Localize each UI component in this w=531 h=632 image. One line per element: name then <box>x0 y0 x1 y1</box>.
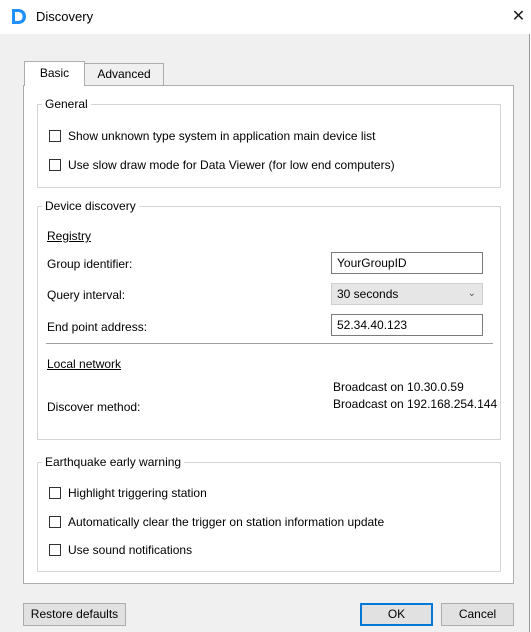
tab-basic[interactable]: Basic <box>24 61 85 86</box>
general-group <box>37 104 501 188</box>
chevron-down-icon: ⌄ <box>467 288 476 299</box>
tab-advanced[interactable]: Advanced <box>84 63 164 85</box>
restore-defaults-button[interactable]: Restore defaults <box>23 603 126 626</box>
discover-method-label: Discover method: <box>47 400 141 414</box>
checkbox-box[interactable] <box>49 544 61 556</box>
cancel-button[interactable]: Cancel <box>441 603 514 626</box>
slow-draw-mode-checkbox[interactable]: Use slow draw mode for Data Viewer (for … <box>49 158 395 172</box>
sound-notifications-checkbox[interactable]: Use sound notifications <box>49 543 192 557</box>
auto-clear-trigger-checkbox[interactable]: Automatically clear the trigger on stati… <box>49 515 384 529</box>
query-interval-label: Query interval: <box>47 288 126 302</box>
end-point-address-label: End point address: <box>47 320 148 334</box>
local-network-heading: Local network <box>47 357 122 371</box>
show-unknown-type-checkbox[interactable]: Show unknown type system in application … <box>49 129 376 143</box>
group-identifier-label: Group identifier: <box>47 257 133 271</box>
general-legend: General <box>42 97 91 111</box>
checkbox-label: Show unknown type system in application … <box>68 129 376 143</box>
highlight-triggering-station-checkbox[interactable]: Highlight triggering station <box>49 486 207 500</box>
broadcast-line: Broadcast on 192.168.254.144 <box>333 397 498 411</box>
section-divider <box>46 343 493 344</box>
registry-heading: Registry <box>47 229 92 243</box>
broadcast-line: Broadcast on 10.30.0.59 <box>333 380 464 394</box>
group-identifier-input[interactable] <box>331 252 483 274</box>
device-discovery-legend: Device discovery <box>42 199 139 213</box>
checkbox-label: Automatically clear the trigger on stati… <box>68 515 385 529</box>
checkbox-box[interactable] <box>49 516 61 528</box>
checkbox-box[interactable] <box>49 159 61 171</box>
window-title: Discovery <box>36 9 94 24</box>
query-interval-select[interactable]: 30 seconds ⌄ <box>331 283 483 305</box>
end-point-address-input[interactable] <box>331 314 483 336</box>
title-bar: Discovery ✕ <box>0 0 531 34</box>
checkbox-box[interactable] <box>49 487 61 499</box>
checkbox-label: Highlight triggering station <box>68 486 207 500</box>
close-icon: ✕ <box>511 8 526 25</box>
ok-button[interactable]: OK <box>360 603 433 626</box>
checkbox-label: Use slow draw mode for Data Viewer (for … <box>68 158 395 172</box>
query-interval-value: 30 seconds <box>337 287 399 301</box>
close-button[interactable]: ✕ <box>506 4 531 30</box>
d-logo-icon <box>12 9 26 24</box>
earthquake-legend: Earthquake early warning <box>42 455 185 469</box>
checkbox-box[interactable] <box>49 130 61 142</box>
checkbox-label: Use sound notifications <box>68 543 193 557</box>
